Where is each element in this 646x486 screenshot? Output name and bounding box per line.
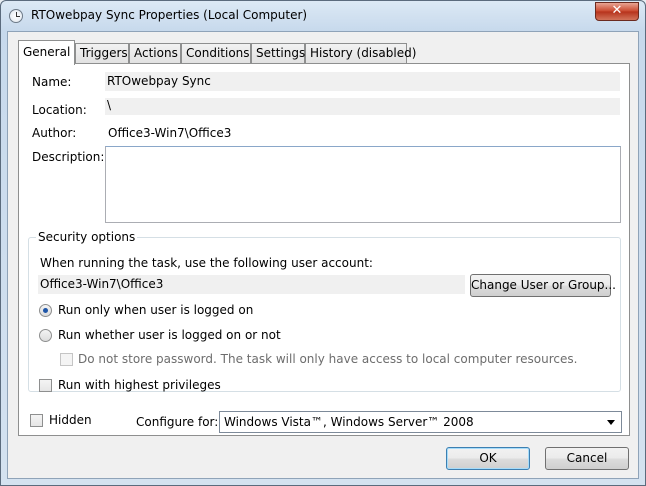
no-store-password-checkbox[interactable] bbox=[60, 353, 73, 366]
ok-button[interactable]: OK bbox=[446, 447, 530, 470]
highest-privileges-label[interactable]: Run with highest privileges bbox=[58, 378, 221, 392]
configure-for-label: Configure for: bbox=[136, 415, 219, 429]
author-label: Author: bbox=[32, 126, 77, 140]
hidden-label[interactable]: Hidden bbox=[49, 413, 92, 427]
tab-general[interactable]: General bbox=[18, 40, 75, 65]
configure-for-select[interactable]: Windows Vista™, Windows Server™ 2008 bbox=[219, 411, 622, 433]
user-account-field: Office3-Win7\Office3 bbox=[38, 275, 465, 294]
general-tab-panel: Name: RTOwebpay Sync Location: \ Author:… bbox=[18, 63, 630, 436]
close-icon: ✕ bbox=[611, 3, 623, 18]
close-button[interactable]: ✕ bbox=[595, 2, 639, 21]
tab-triggers[interactable]: Triggers bbox=[75, 43, 129, 64]
chevron-down-icon bbox=[607, 420, 615, 425]
description-label: Description: bbox=[32, 150, 105, 164]
location-label: Location: bbox=[32, 103, 87, 117]
configure-for-value: Windows Vista™, Windows Server™ 2008 bbox=[224, 415, 474, 429]
run-logged-on-label[interactable]: Run only when user is logged on bbox=[58, 303, 253, 317]
highest-privileges-checkbox[interactable] bbox=[39, 379, 52, 392]
tab-settings[interactable]: Settings bbox=[251, 43, 305, 64]
properties-window: RTOwebpay Sync Properties (Local Compute… bbox=[0, 0, 646, 486]
security-options-title: Security options bbox=[36, 230, 138, 244]
window-title: RTOwebpay Sync Properties (Local Compute… bbox=[31, 8, 308, 22]
dialog-client: General Triggers Actions Conditions Sett… bbox=[7, 31, 639, 479]
clock-icon bbox=[9, 9, 23, 23]
cancel-button[interactable]: Cancel bbox=[545, 447, 629, 470]
hidden-checkbox[interactable] bbox=[30, 414, 43, 427]
description-input[interactable] bbox=[105, 146, 621, 223]
author-value: Office3-Win7\Office3 bbox=[108, 126, 232, 140]
location-field[interactable]: \ bbox=[105, 98, 620, 115]
account-prompt: When running the task, use the following… bbox=[40, 256, 373, 270]
tab-conditions[interactable]: Conditions bbox=[181, 43, 251, 64]
name-field[interactable]: RTOwebpay Sync bbox=[105, 72, 620, 91]
name-label: Name: bbox=[32, 75, 72, 89]
run-whether-label[interactable]: Run whether user is logged on or not bbox=[58, 328, 281, 342]
no-store-password-label: Do not store password. The task will onl… bbox=[78, 352, 578, 366]
tab-history[interactable]: History (disabled) bbox=[305, 43, 416, 64]
run-logged-on-radio[interactable] bbox=[39, 304, 52, 317]
tab-actions[interactable]: Actions bbox=[129, 43, 181, 64]
title-bar[interactable]: RTOwebpay Sync Properties (Local Compute… bbox=[1, 1, 645, 31]
run-whether-radio[interactable] bbox=[39, 329, 52, 342]
change-user-button[interactable]: Change User or Group... bbox=[470, 274, 616, 297]
